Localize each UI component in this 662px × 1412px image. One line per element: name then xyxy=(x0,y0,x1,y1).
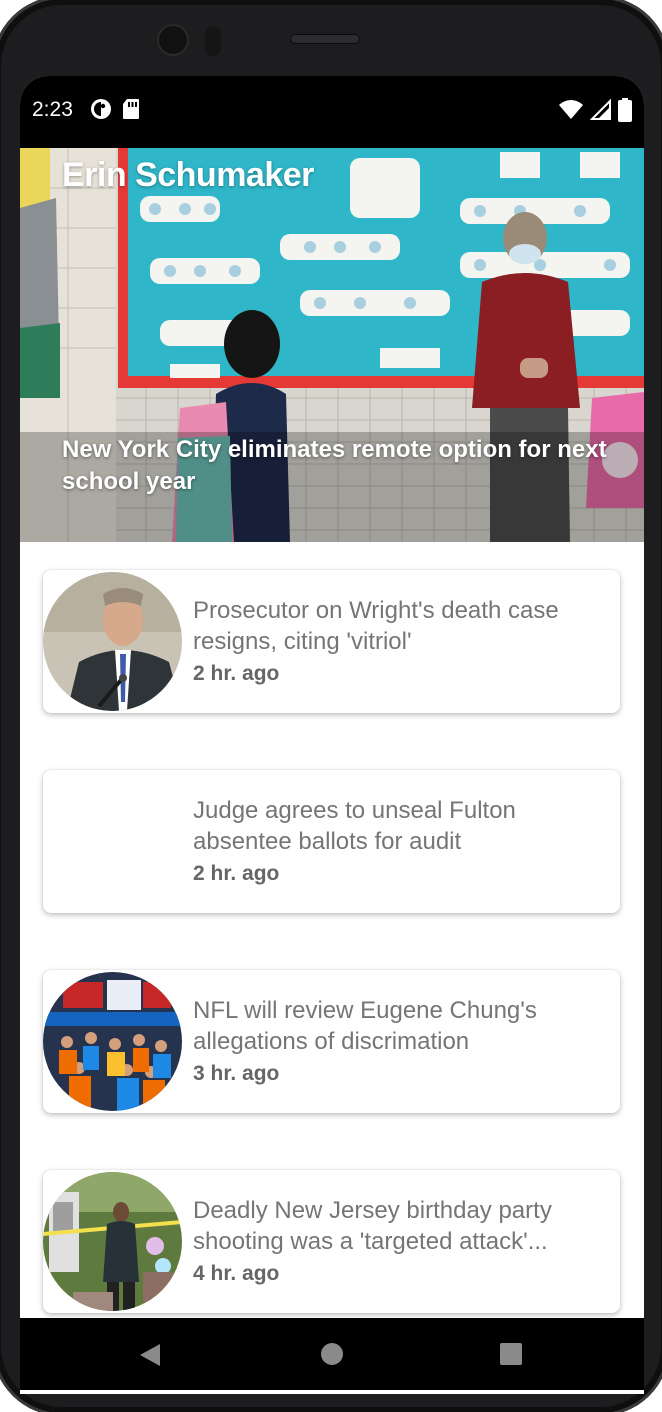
app-screen: 2:23 Erin Schumaker New York City elimin… xyxy=(20,76,644,1394)
battery-icon xyxy=(618,98,632,122)
article-title: Judge agrees to unseal Fulton absentee b… xyxy=(193,797,516,855)
earpiece-speaker xyxy=(290,34,360,44)
article-time: 4 hr. ago xyxy=(193,1262,280,1285)
article-title: Deadly New Jersey birthday party shootin… xyxy=(193,1197,552,1255)
featured-story[interactable]: Erin Schumaker New York City eliminates … xyxy=(20,148,644,542)
recents-icon[interactable] xyxy=(499,1342,523,1366)
article-card[interactable]: NFL will review Eugene Chung's allegatio… xyxy=(43,970,620,1113)
wifi-icon xyxy=(559,100,583,119)
article-card[interactable]: Prosecutor on Wright's death case resign… xyxy=(43,570,620,713)
home-icon[interactable] xyxy=(320,1342,344,1366)
sd-card-icon xyxy=(123,99,139,119)
app-notification-icon xyxy=(91,99,111,119)
article-time: 2 hr. ago xyxy=(193,662,280,685)
article-title: Prosecutor on Wright's death case resign… xyxy=(193,597,559,655)
article-title: NFL will review Eugene Chung's allegatio… xyxy=(193,997,537,1055)
article-thumbnail xyxy=(43,1172,182,1311)
article-card[interactable]: Deadly New Jersey birthday party shootin… xyxy=(43,1170,620,1313)
article-time: 3 hr. ago xyxy=(193,1062,280,1085)
article-time: 2 hr. ago xyxy=(193,862,280,885)
featured-headline[interactable]: New York City eliminates remote option f… xyxy=(62,434,622,498)
back-icon[interactable] xyxy=(138,1342,162,1368)
cell-signal-icon xyxy=(590,99,611,120)
article-card[interactable]: Judge agrees to unseal Fulton absentee b… xyxy=(43,770,620,913)
status-bar: 2:23 xyxy=(20,76,644,148)
story-author: Erin Schumaker xyxy=(62,156,314,194)
article-thumbnail xyxy=(43,972,182,1111)
article-thumbnail xyxy=(43,572,182,711)
front-sensor xyxy=(205,26,221,56)
status-time: 2:23 xyxy=(32,98,73,121)
front-camera xyxy=(157,24,189,56)
navigation-bar xyxy=(20,1318,644,1390)
